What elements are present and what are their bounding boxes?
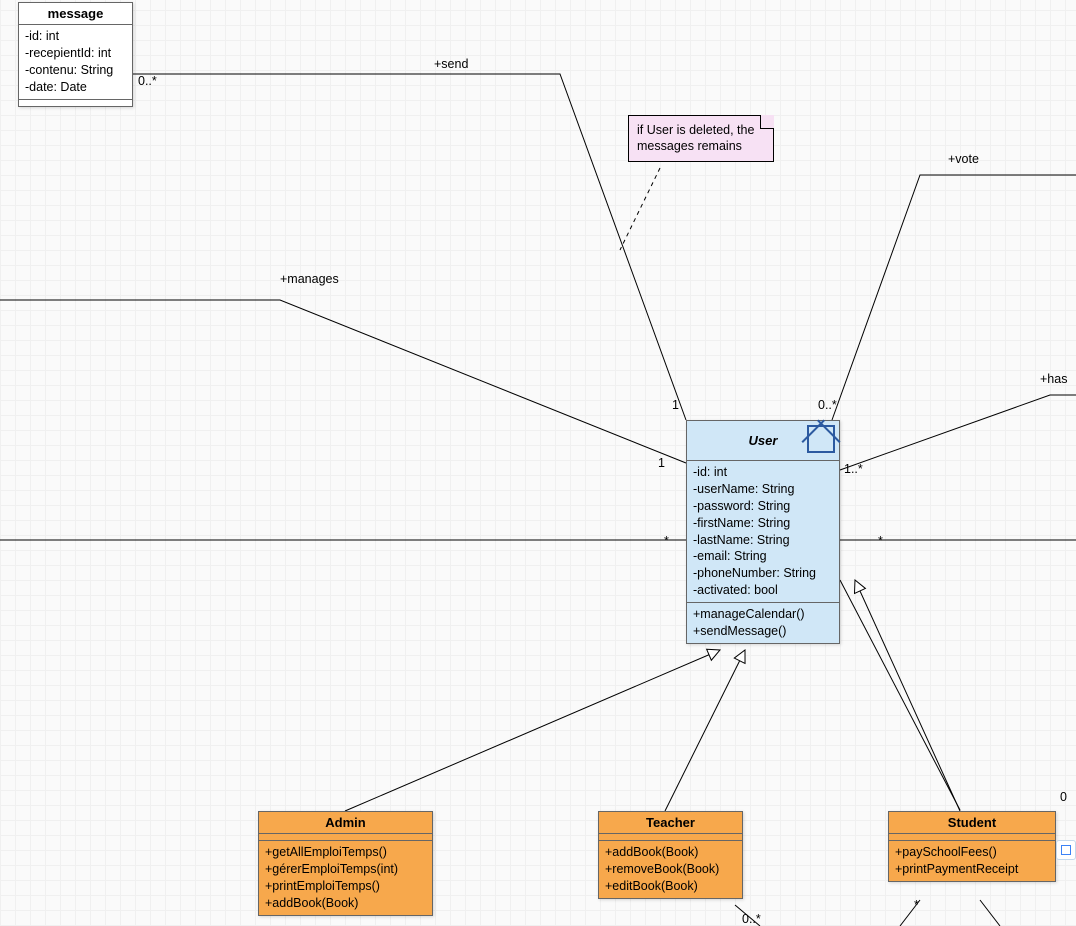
note[interactable]: if User is deleted, the messages remains xyxy=(628,115,774,162)
mult-star-br: * xyxy=(914,898,919,912)
class-admin[interactable]: Admin +getAllEmploiTemps() +gérerEmploiT… xyxy=(258,811,433,916)
gen-student-user xyxy=(855,580,960,811)
mult-user-right: 1..* xyxy=(844,462,863,476)
class-user-ops: +manageCalendar() +sendMessage() xyxy=(687,603,839,643)
mult-user-left: 1 xyxy=(658,456,665,470)
class-student-name: Student xyxy=(889,812,1055,834)
mult-msg: 0..* xyxy=(138,74,157,88)
label-manages: +manages xyxy=(280,272,339,286)
mult-zero-bm: 0..* xyxy=(742,912,761,926)
class-admin-ops: +getAllEmploiTemps() +gérerEmploiTemps(i… xyxy=(259,841,432,915)
note-fold-icon xyxy=(760,115,774,129)
recaptcha-icon[interactable] xyxy=(1056,840,1076,860)
mult-star-r: * xyxy=(878,534,883,548)
label-send: +send xyxy=(434,57,468,71)
class-teacher-name: Teacher xyxy=(599,812,742,834)
label-has: +has xyxy=(1040,372,1067,386)
gen-teacher-user xyxy=(665,650,745,811)
assoc-manages xyxy=(0,300,686,463)
assoc-user-student-side xyxy=(840,580,960,810)
class-message[interactable]: message -id: int -recepientId: int -cont… xyxy=(18,2,133,107)
note-text: if User is deleted, the messages remains xyxy=(637,123,754,153)
assoc-student-down2 xyxy=(980,900,1000,926)
assoc-has xyxy=(840,395,1076,470)
class-teacher[interactable]: Teacher +addBook(Book) +removeBook(Book)… xyxy=(598,811,743,899)
class-student-ops: +paySchoolFees() +printPaymentReceipt xyxy=(889,841,1055,881)
assoc-send xyxy=(133,74,686,420)
class-student[interactable]: Student +paySchoolFees() +printPaymentRe… xyxy=(888,811,1056,882)
note-link xyxy=(620,168,660,250)
mult-star-l: * xyxy=(664,534,669,548)
label-vote: +vote xyxy=(948,152,979,166)
gen-admin-user xyxy=(345,650,720,811)
mult-user-tl: 1 xyxy=(672,398,679,412)
class-message-attrs: -id: int -recepientId: int -contenu: Str… xyxy=(19,25,132,100)
mult-zero-tr: 0 xyxy=(1060,790,1067,804)
class-user-attrs: -id: int -userName: String -password: St… xyxy=(687,461,839,603)
connectors xyxy=(0,0,1076,926)
mult-user-tr: 0..* xyxy=(818,398,837,412)
selection-handle-icon[interactable] xyxy=(807,425,835,453)
class-admin-name: Admin xyxy=(259,812,432,834)
class-teacher-ops: +addBook(Book) +removeBook(Book) +editBo… xyxy=(599,841,742,898)
class-message-name: message xyxy=(19,3,132,25)
class-user[interactable]: User -id: int -userName: String -passwor… xyxy=(686,420,840,644)
